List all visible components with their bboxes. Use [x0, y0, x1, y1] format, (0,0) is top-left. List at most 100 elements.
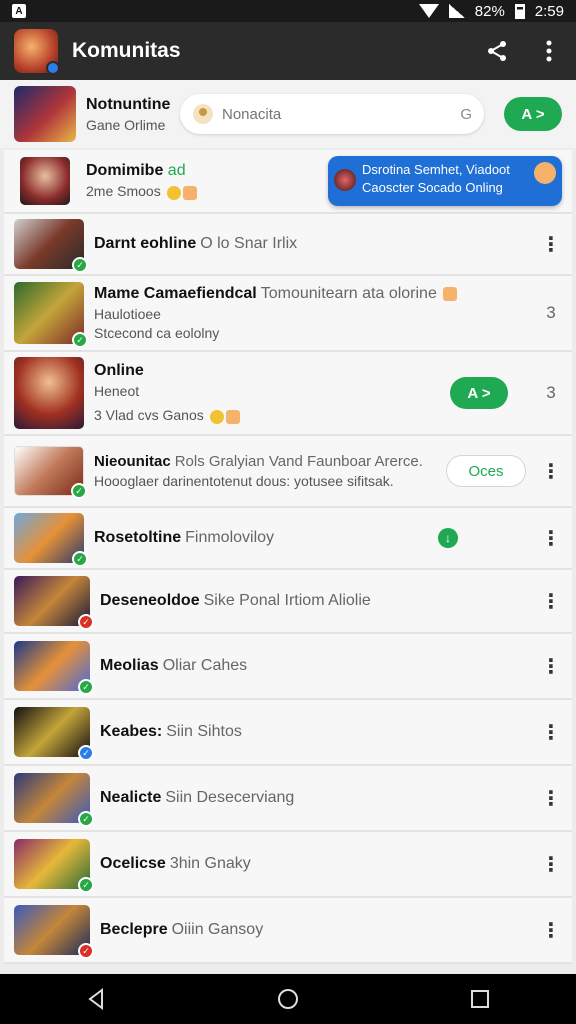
notification-line-2: Caoscter Socado Onling [362, 180, 503, 195]
smile-emoji-icon [166, 185, 181, 200]
share-icon[interactable] [484, 38, 510, 64]
battery-percent: 82% [474, 2, 505, 20]
signal-icon [448, 4, 465, 18]
verified-badge-icon [46, 61, 60, 75]
docs-button[interactable]: Oces [446, 455, 526, 487]
more-options-icon[interactable]: ⋮ [540, 456, 562, 486]
notification-popup[interactable]: Dsrotina Semhet, Viadoot Caoscter Socado… [328, 156, 562, 206]
item-name: Mame Camaefiendcal [94, 285, 257, 302]
item-name: Beclepre [100, 921, 168, 938]
item-name: Ocelicse [100, 855, 166, 872]
more-options-icon[interactable]: ⋮ [540, 586, 562, 616]
list-item[interactable]: ✓ Nealicte Siin Desecerviang ⋮ [4, 766, 572, 832]
item-description: Rols Gralyian Vand Faunboar Arerce. [174, 453, 423, 470]
list-item[interactable]: ✓ Nieounitac Rols Gralyian Vand Faunboar … [4, 436, 572, 508]
more-options-icon[interactable]: ⋮ [540, 651, 562, 681]
item-thumbnail: ✓ [14, 219, 88, 273]
notification-emoji-icon [534, 162, 556, 184]
item-description: Siin Sihtos [166, 723, 242, 740]
item-description: Siin Desecerviang [165, 789, 295, 806]
community-thumbnail[interactable] [14, 86, 76, 142]
item-name: Rosetoltine [94, 529, 182, 546]
search-end-glyph[interactable]: G [460, 106, 472, 123]
item-subtitle: 2me Smoos [86, 183, 161, 200]
list-item[interactable]: ✓ Darnt eohline O lo Snar Irlix ⋮ [4, 214, 572, 276]
verified-badge-icon: ✓ [78, 614, 94, 630]
app-notification-icon: A [12, 4, 26, 18]
verified-badge-icon: ✓ [71, 483, 87, 499]
list-item[interactable]: ✓ Keabes: Siin Sihtos ⋮ [4, 700, 572, 766]
app-avatar[interactable] [14, 29, 60, 75]
item-description: Tomounitearn ata olorine [260, 285, 437, 302]
verified-badge-icon: ✓ [78, 745, 94, 761]
item-thumbnail: ✓ [14, 446, 87, 499]
status-bar: A 82% 2:59 [0, 0, 576, 22]
more-options-icon[interactable]: ⋮ [540, 783, 562, 813]
back-icon[interactable] [76, 979, 116, 1019]
item-name: Meolias [100, 657, 159, 674]
list-item[interactable]: ✓ Beclepre Oiiin Gansoy ⋮ [4, 898, 572, 964]
search-avatar-icon [193, 104, 213, 124]
community-list: Domimibe ad 2me Smoos Dsrotina Semhet, V… [4, 150, 572, 964]
notification-avatar [334, 169, 356, 191]
search-input[interactable] [222, 105, 461, 123]
item-count: 3 [546, 383, 556, 402]
list-item[interactable]: ✓ Deseneoldoe Sike Ponal Irtiom Aliolie ⋮ [4, 570, 572, 634]
item-thumbnail: ✓ [14, 839, 94, 893]
community-header: Notnuntine Gane Orlime G A > [0, 80, 576, 148]
smile-emoji-icon [209, 409, 224, 424]
item-description: Sike Ponal Irtiom Aliolie [203, 592, 371, 609]
item-count: 3 [546, 303, 556, 322]
verified-badge-icon: ✓ [78, 811, 94, 827]
home-icon[interactable] [268, 979, 308, 1019]
join-button[interactable]: A > [504, 97, 562, 131]
verified-badge-icon: ✓ [78, 679, 94, 695]
item-name: Deseneoldoe [100, 592, 200, 609]
item-name: Keabes: [100, 723, 163, 740]
list-item[interactable]: ✓ Mame Camaefiendcal Tomounitearn ata olo… [4, 276, 572, 352]
system-nav-bar [0, 974, 576, 1024]
list-item[interactable]: ✓ Meolias Oliar Cahes ⋮ [4, 634, 572, 700]
list-item[interactable]: Domimibe ad 2me Smoos Dsrotina Semhet, V… [4, 150, 572, 214]
item-thumbnail: ✓ [14, 282, 88, 348]
item-line-3: 3 Vlad cvs Ganos [94, 407, 204, 424]
app-bar: Komunitas [0, 22, 576, 80]
overflow-menu-icon[interactable] [536, 38, 562, 64]
gift-emoji-icon [182, 185, 197, 200]
more-options-icon[interactable]: ⋮ [540, 229, 562, 259]
clock: 2:59 [534, 2, 564, 20]
list-item[interactable]: Online Heneot 3 Vlad cvs Ganos A > 3 [4, 352, 572, 436]
item-thumbnail: ✓ [14, 773, 94, 827]
item-description: Finmoloviloy [185, 529, 275, 546]
item-line-2: Heneot [94, 383, 140, 400]
item-thumbnail: ✓ [14, 576, 94, 630]
download-icon[interactable]: ↓ [438, 528, 458, 548]
verified-badge-icon: ✓ [72, 551, 88, 567]
more-options-icon[interactable]: ⋮ [540, 717, 562, 747]
list-item[interactable]: ✓ Ocelicse 3hin Gnaky ⋮ [4, 832, 572, 898]
item-description: Oiiin Gansoy [171, 921, 264, 938]
item-name: Nieounitac [94, 453, 171, 470]
item-thumbnail [14, 357, 84, 429]
community-subtitle: Gane Orlime [86, 116, 166, 133]
gift-emoji-icon [225, 409, 240, 424]
wifi-icon [418, 4, 439, 18]
page-title: Komunitas [72, 39, 181, 62]
item-line-2: Hoooglaer darinentotenut dous: yotusee s… [94, 473, 394, 489]
item-name: Online [94, 362, 144, 380]
more-options-icon[interactable]: ⋮ [540, 849, 562, 879]
item-thumbnail [20, 157, 70, 205]
more-options-icon[interactable]: ⋮ [540, 523, 562, 553]
item-line-3: Stcecond ca eololny [94, 325, 220, 341]
item-tag: ad [167, 162, 186, 180]
join-button[interactable]: A > [450, 377, 508, 409]
item-name: Darnt eohline [94, 235, 197, 252]
community-name: Notnuntine [86, 95, 171, 113]
item-name: Nealicte [100, 789, 162, 806]
search-bar[interactable]: G [180, 94, 484, 134]
verified-badge-icon: ✓ [72, 332, 88, 348]
list-item[interactable]: ✓ Rosetoltine Finmoloviloy ↓ ⋮ [4, 508, 572, 570]
recents-icon[interactable] [460, 979, 500, 1019]
item-description: O lo Snar Irlix [200, 235, 298, 252]
more-options-icon[interactable]: ⋮ [540, 915, 562, 945]
